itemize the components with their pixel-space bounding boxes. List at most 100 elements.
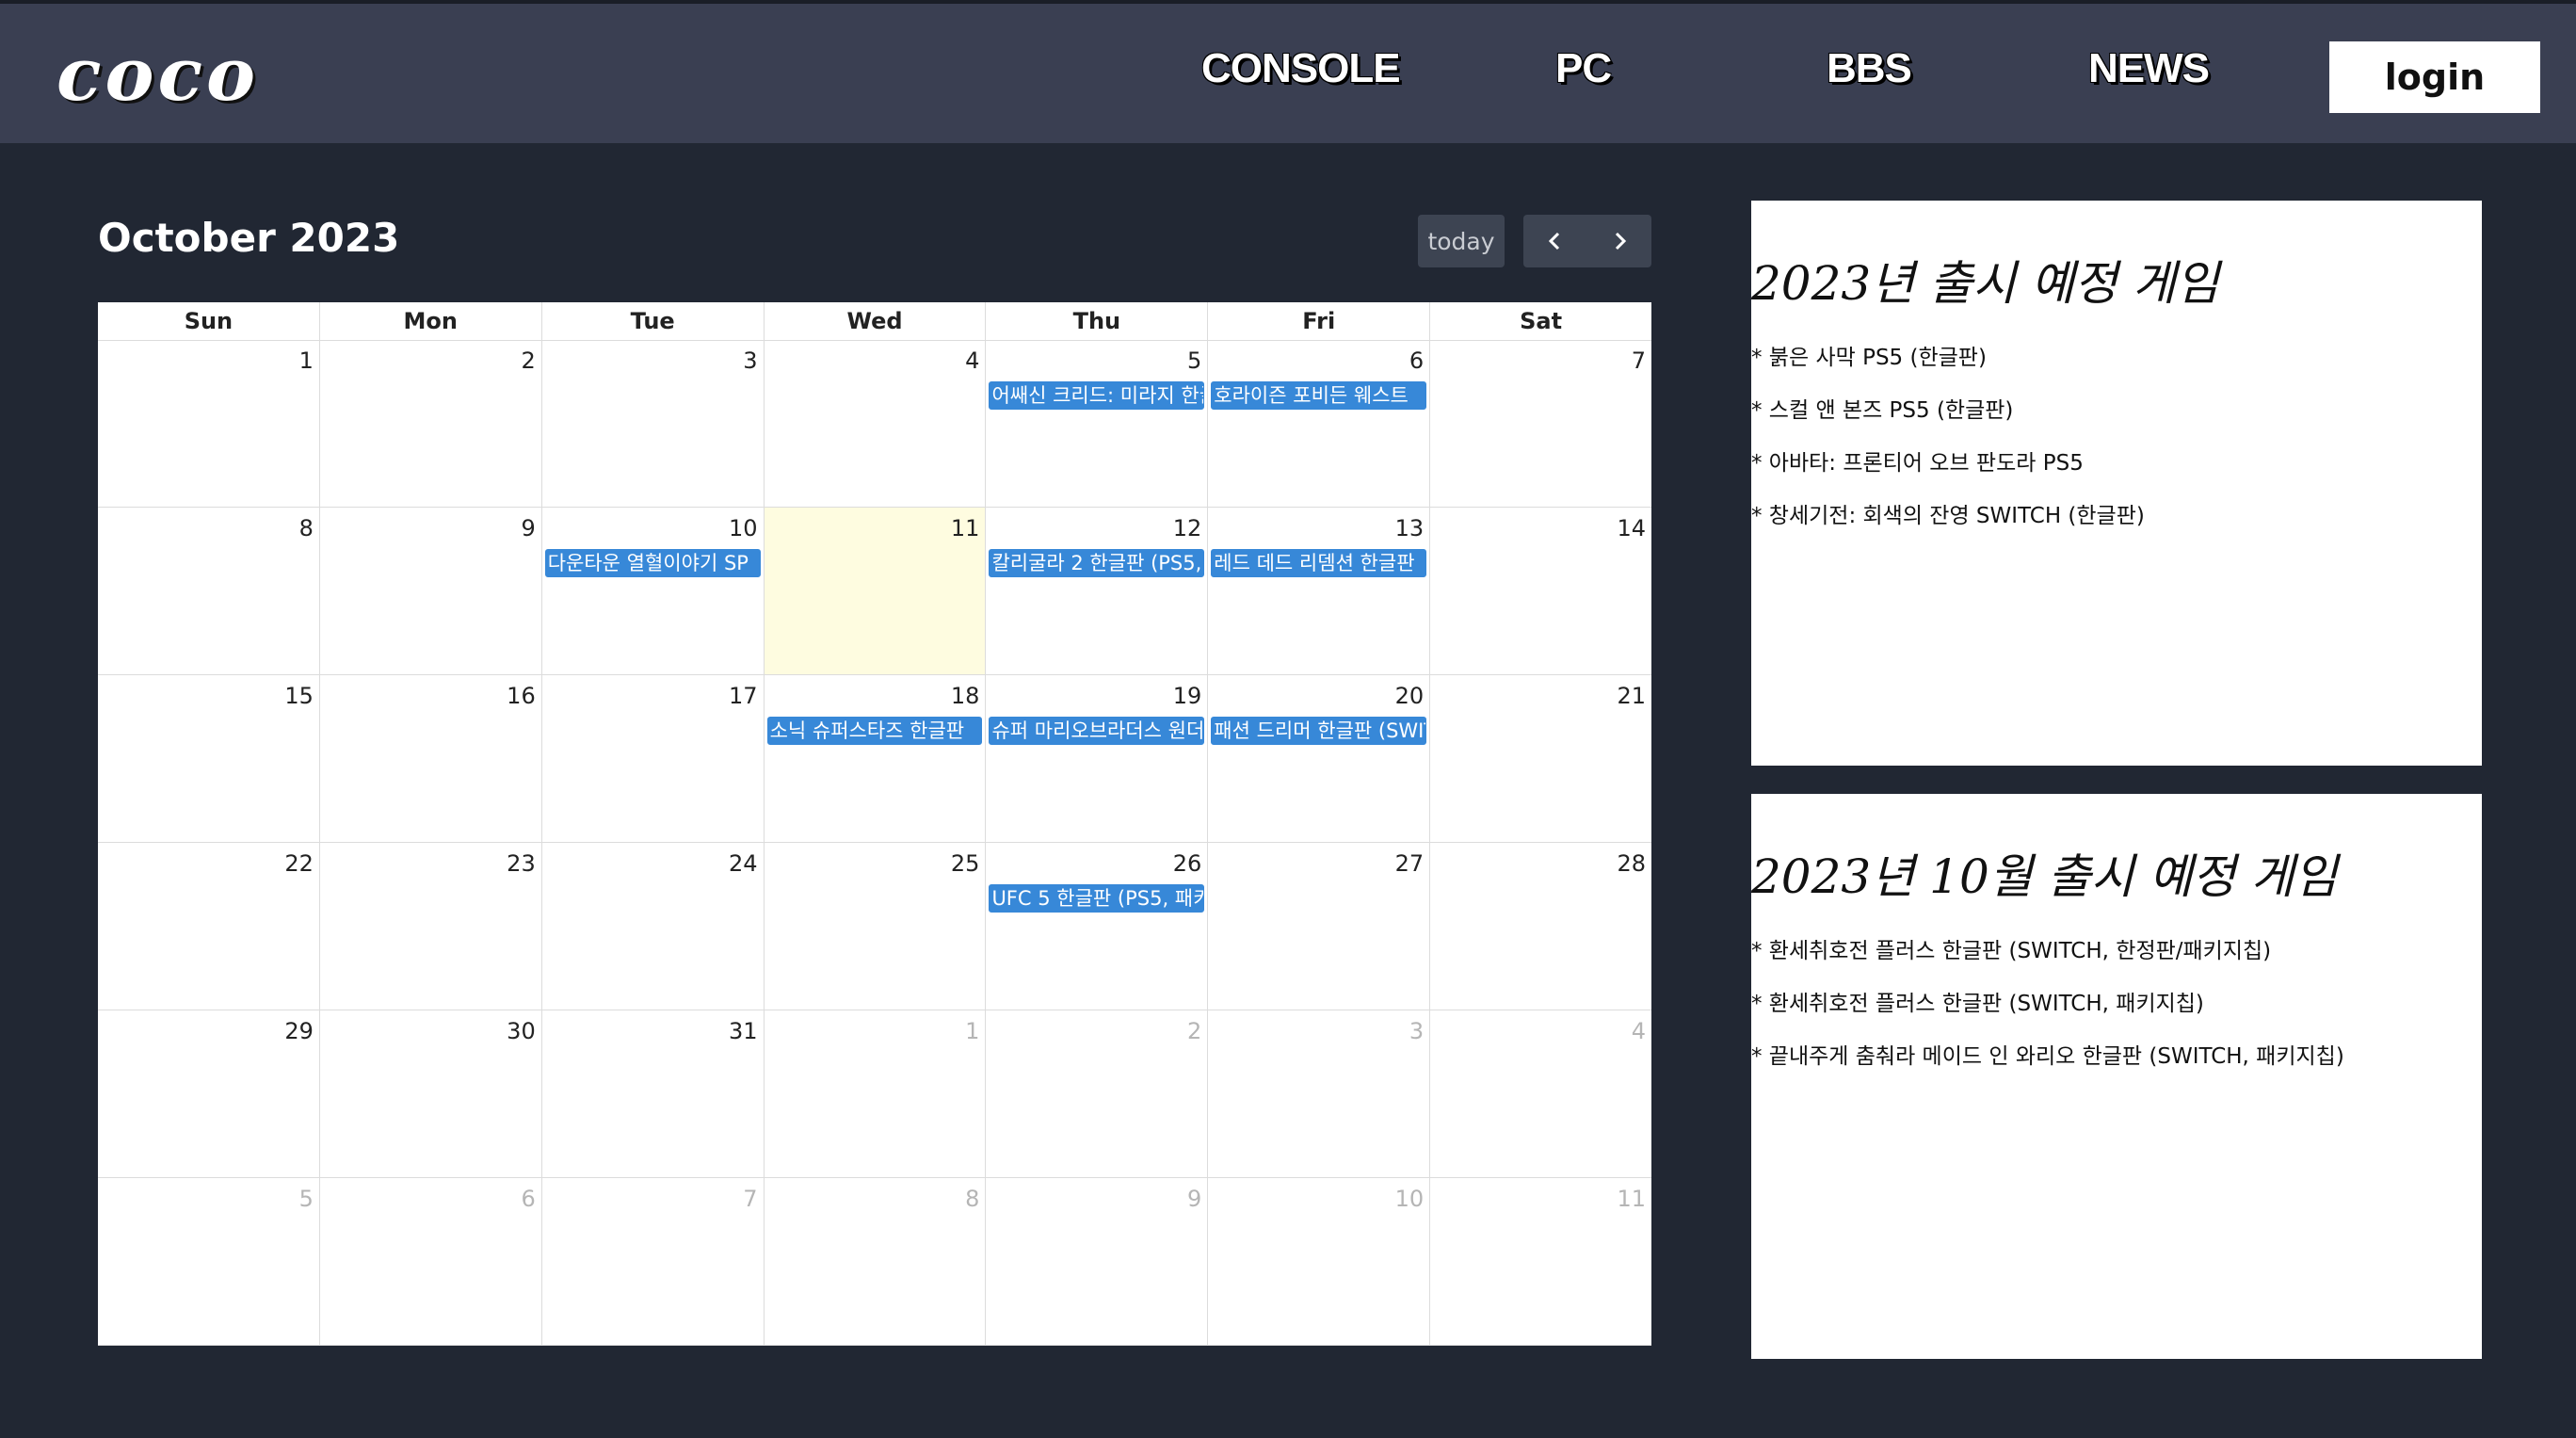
site-logo[interactable]: coco xyxy=(56,32,259,118)
nav-bbs[interactable]: BBS xyxy=(1827,45,1912,92)
day-number[interactable]: 9 xyxy=(521,515,535,541)
calendar-day[interactable]: 8 xyxy=(765,1178,987,1345)
calendar-day[interactable]: 12 칼리굴라 2 한글판 (PS5, 패키지) xyxy=(986,508,1209,674)
calendar-day[interactable]: 9 xyxy=(320,508,542,674)
calendar-day[interactable]: 3 xyxy=(542,340,765,507)
day-number[interactable]: 1 xyxy=(965,1018,979,1044)
calendar-day[interactable]: 30 xyxy=(320,1010,542,1177)
day-number[interactable]: 29 xyxy=(284,1018,314,1044)
day-number[interactable]: 30 xyxy=(507,1018,536,1044)
day-number[interactable]: 9 xyxy=(1187,1186,1201,1212)
day-number[interactable]: 17 xyxy=(729,683,758,709)
day-number[interactable]: 28 xyxy=(1617,850,1646,877)
calendar-day[interactable]: 2 xyxy=(320,340,542,507)
day-number[interactable]: 22 xyxy=(284,850,314,877)
calendar-event[interactable]: 호라이즌 포비든 웨스트 xyxy=(1211,381,1427,410)
day-number[interactable]: 5 xyxy=(299,1186,314,1212)
calendar-day[interactable]: 23 xyxy=(320,843,542,1010)
day-number[interactable]: 6 xyxy=(1409,347,1424,374)
calendar-day[interactable]: 10 다운타운 열혈이야기 SP xyxy=(542,508,765,674)
day-number[interactable]: 21 xyxy=(1617,683,1646,709)
calendar-event[interactable]: 레드 데드 리뎀션 한글판 xyxy=(1211,549,1427,577)
calendar-day-today[interactable]: 11 xyxy=(764,508,987,674)
day-number[interactable]: 23 xyxy=(507,850,536,877)
calendar-event[interactable]: 칼리굴라 2 한글판 (PS5, 패키지) xyxy=(989,549,1205,577)
calendar-day[interactable]: 3 xyxy=(1208,1010,1431,1177)
calendar-day[interactable]: 10 xyxy=(1208,1178,1431,1345)
calendar-day[interactable]: 8 xyxy=(98,508,320,674)
calendar-day[interactable]: 24 xyxy=(542,843,765,1010)
prev-month-button[interactable] xyxy=(1523,215,1587,267)
day-number[interactable]: 27 xyxy=(1395,850,1425,877)
calendar-day[interactable]: 13 레드 데드 리뎀션 한글판 xyxy=(1208,508,1431,674)
login-button[interactable]: login xyxy=(2329,41,2540,113)
calendar-day[interactable]: 29 xyxy=(98,1010,320,1177)
calendar-day[interactable]: 5 어쌔신 크리드: 미라지 한글판 xyxy=(986,340,1209,507)
calendar-event[interactable]: 소닉 슈퍼스타즈 한글판 xyxy=(766,717,983,745)
calendar-day[interactable]: 27 xyxy=(1208,843,1431,1010)
calendar-day[interactable]: 19 슈퍼 마리오브라더스 원더 xyxy=(986,675,1209,842)
day-number[interactable]: 24 xyxy=(729,850,758,877)
day-number[interactable]: 12 xyxy=(1173,515,1202,541)
day-number[interactable]: 8 xyxy=(299,515,314,541)
day-number[interactable]: 7 xyxy=(1632,347,1646,374)
calendar-event[interactable]: 슈퍼 마리오브라더스 원더 xyxy=(989,717,1205,745)
calendar-day[interactable]: 26 UFC 5 한글판 (PS5, 패키지) xyxy=(986,843,1209,1010)
today-button[interactable]: today xyxy=(1418,215,1505,267)
calendar-day[interactable]: 28 xyxy=(1430,843,1651,1010)
day-number[interactable]: 31 xyxy=(729,1018,758,1044)
day-number[interactable]: 4 xyxy=(1632,1018,1646,1044)
calendar-day[interactable]: 4 xyxy=(1430,1010,1651,1177)
day-number[interactable]: 3 xyxy=(743,347,757,374)
day-number[interactable]: 2 xyxy=(1187,1018,1201,1044)
day-number[interactable]: 7 xyxy=(743,1186,757,1212)
day-number[interactable]: 14 xyxy=(1617,515,1646,541)
day-number[interactable]: 6 xyxy=(521,1186,535,1212)
day-number[interactable]: 10 xyxy=(729,515,758,541)
calendar-day[interactable]: 7 xyxy=(542,1178,765,1345)
calendar-day[interactable]: 6 xyxy=(320,1178,542,1345)
calendar-event[interactable]: 어쌔신 크리드: 미라지 한글판 xyxy=(989,381,1205,410)
calendar-day[interactable]: 7 xyxy=(1430,340,1651,507)
calendar-day[interactable]: 31 xyxy=(542,1010,765,1177)
nav-news[interactable]: NEWS xyxy=(2088,45,2210,92)
day-number[interactable]: 4 xyxy=(965,347,979,374)
calendar-event[interactable]: 다운타운 열혈이야기 SP xyxy=(544,549,761,577)
day-number[interactable]: 26 xyxy=(1173,850,1202,877)
calendar-day[interactable]: 6 호라이즌 포비든 웨스트 xyxy=(1208,340,1431,507)
calendar-event[interactable]: UFC 5 한글판 (PS5, 패키지) xyxy=(989,884,1205,913)
calendar-day[interactable]: 1 xyxy=(98,340,320,507)
nav-pc[interactable]: PC xyxy=(1555,45,1612,92)
day-number[interactable]: 8 xyxy=(965,1186,979,1212)
day-number[interactable]: 19 xyxy=(1173,683,1202,709)
calendar-day[interactable]: 17 xyxy=(542,675,765,842)
next-month-button[interactable] xyxy=(1587,215,1651,267)
day-number[interactable]: 10 xyxy=(1395,1186,1425,1212)
day-number[interactable]: 20 xyxy=(1395,683,1425,709)
calendar-day[interactable]: 15 xyxy=(98,675,320,842)
calendar-day[interactable]: 16 xyxy=(320,675,542,842)
calendar-day[interactable]: 1 xyxy=(765,1010,987,1177)
day-number[interactable]: 15 xyxy=(284,683,314,709)
calendar-day[interactable]: 9 xyxy=(986,1178,1209,1345)
day-number[interactable]: 3 xyxy=(1409,1018,1424,1044)
calendar-event[interactable]: 패션 드리머 한글판 (SWITCH) xyxy=(1211,717,1427,745)
day-number[interactable]: 11 xyxy=(1617,1186,1646,1212)
calendar-day[interactable]: 11 xyxy=(1430,1178,1651,1345)
calendar-day[interactable]: 25 xyxy=(765,843,987,1010)
calendar-day[interactable]: 2 xyxy=(986,1010,1209,1177)
calendar-day[interactable]: 5 xyxy=(98,1178,320,1345)
day-number[interactable]: 1 xyxy=(299,347,314,374)
calendar-day[interactable]: 21 xyxy=(1430,675,1651,842)
calendar-day[interactable]: 4 xyxy=(765,340,987,507)
calendar-day[interactable]: 20 패션 드리머 한글판 (SWITCH) xyxy=(1208,675,1431,842)
day-number[interactable]: 2 xyxy=(521,347,535,374)
day-number[interactable]: 25 xyxy=(951,850,980,877)
day-number[interactable]: 13 xyxy=(1395,515,1425,541)
day-number[interactable]: 11 xyxy=(951,515,980,541)
calendar-day[interactable]: 14 xyxy=(1430,508,1651,674)
nav-console[interactable]: CONSOLE xyxy=(1201,45,1401,92)
calendar-day[interactable]: 22 xyxy=(98,843,320,1010)
day-number[interactable]: 5 xyxy=(1187,347,1201,374)
calendar-day[interactable]: 18 소닉 슈퍼스타즈 한글판 xyxy=(765,675,987,842)
